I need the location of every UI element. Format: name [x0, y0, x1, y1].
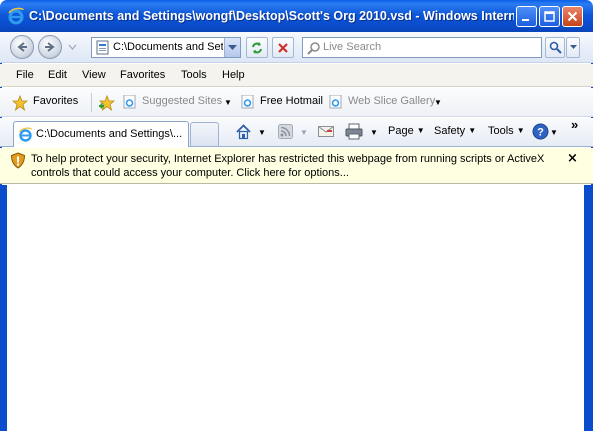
- ie-page-icon: [241, 95, 254, 109]
- window-title: C:\Documents and Settings\wongf\Desktop\…: [29, 9, 514, 23]
- stop-button[interactable]: [272, 37, 294, 58]
- minimize-icon: [522, 19, 529, 21]
- close-button[interactable]: [562, 6, 583, 27]
- web-slice-gallery-link[interactable]: Web Slice Gallery: [348, 95, 435, 107]
- tab-current[interactable]: C:\Documents and Settings\...: [13, 121, 189, 147]
- refresh-icon: [252, 41, 262, 54]
- tab-label: C:\Documents and Settings\...: [36, 128, 183, 140]
- menu-file[interactable]: File: [16, 69, 34, 81]
- chevron-down-icon: ▼: [416, 126, 425, 135]
- stop-icon: [278, 42, 288, 53]
- tools-menu-button[interactable]: Tools ▼: [488, 125, 525, 137]
- new-tab-button[interactable]: [190, 122, 219, 146]
- more-commands-chevron[interactable]: »: [571, 117, 578, 132]
- tab-bar: C:\Documents and Settings\... ▼ ▼ ▼ Page…: [0, 117, 593, 147]
- recent-pages-chevron-icon[interactable]: [68, 44, 77, 51]
- window-frame-right: [584, 185, 593, 431]
- security-shield-icon: [10, 152, 26, 169]
- ie-page-icon: [329, 95, 342, 109]
- menu-bar: File Edit View Favorites Tools Help: [0, 64, 593, 87]
- forward-button[interactable]: [38, 35, 62, 59]
- web-slice-gallery-dropdown[interactable]: ▼: [434, 98, 442, 107]
- chevron-down-icon: ▼: [468, 126, 477, 135]
- window-frame-left: [0, 185, 7, 431]
- menu-tools[interactable]: Tools: [181, 69, 207, 81]
- search-button[interactable]: [545, 37, 565, 58]
- menu-help[interactable]: Help: [222, 69, 245, 81]
- address-input[interactable]: C:\Documents and Set: [113, 41, 223, 55]
- navigation-bar: C:\Documents and Set Live Search: [0, 32, 593, 63]
- minimize-button[interactable]: [516, 6, 537, 27]
- feeds-icon[interactable]: [278, 124, 293, 139]
- information-bar-close-icon[interactable]: ×: [567, 151, 578, 166]
- menu-edit[interactable]: Edit: [48, 69, 67, 81]
- back-arrow-icon: [17, 42, 27, 52]
- forward-arrow-icon: [45, 42, 55, 52]
- home-dropdown[interactable]: ▼: [258, 128, 266, 137]
- menu-view[interactable]: View: [82, 69, 106, 81]
- close-icon: [567, 11, 578, 22]
- back-button[interactable]: [10, 35, 34, 59]
- address-dropdown-button[interactable]: [224, 38, 240, 57]
- address-bar[interactable]: C:\Documents and Set: [91, 37, 241, 58]
- chevron-down-icon: [569, 45, 577, 49]
- add-to-favorites-icon[interactable]: [98, 95, 116, 111]
- read-mail-icon[interactable]: [318, 125, 334, 138]
- search-provider-icon: [307, 42, 320, 55]
- suggested-sites-dropdown[interactable]: ▼: [224, 98, 232, 107]
- svg-text:?: ?: [537, 127, 544, 139]
- page-icon: [96, 40, 109, 55]
- menu-favorites[interactable]: Favorites: [120, 69, 165, 81]
- search-input[interactable]: Live Search: [323, 41, 381, 53]
- title-bar[interactable]: C:\Documents and Settings\wongf\Desktop\…: [0, 0, 593, 32]
- help-icon[interactable]: ?: [532, 123, 549, 140]
- safety-menu-button[interactable]: Safety ▼: [434, 125, 476, 137]
- refresh-button[interactable]: [246, 37, 268, 58]
- favorites-star-icon: [12, 95, 28, 111]
- internet-explorer-icon: [18, 127, 33, 142]
- help-dropdown[interactable]: ▼: [550, 128, 558, 137]
- favorites-divider: [91, 93, 92, 112]
- free-hotmail-link[interactable]: Free Hotmail: [260, 95, 323, 107]
- page-content[interactable]: [7, 185, 584, 431]
- search-icon: [549, 41, 562, 54]
- chevron-down-icon: [228, 44, 237, 50]
- tools-menu-label: Tools: [488, 125, 514, 137]
- information-bar[interactable]: To help protect your security, Internet …: [0, 148, 593, 184]
- feeds-dropdown[interactable]: ▼: [300, 128, 308, 137]
- maximize-button[interactable]: [539, 6, 560, 27]
- favorites-button[interactable]: Favorites: [33, 95, 78, 107]
- information-bar-message[interactable]: To help protect your security, Internet …: [31, 152, 556, 180]
- search-field[interactable]: Live Search: [302, 37, 542, 58]
- chevron-down-icon: ▼: [516, 126, 525, 135]
- home-icon[interactable]: [235, 123, 252, 140]
- page-menu-button[interactable]: Page ▼: [388, 125, 425, 137]
- ie-page-icon: [123, 95, 136, 109]
- page-menu-label: Page: [388, 125, 414, 137]
- print-icon[interactable]: [345, 123, 363, 140]
- suggested-sites-link[interactable]: Suggested Sites: [142, 95, 222, 107]
- print-dropdown[interactable]: ▼: [370, 128, 378, 137]
- internet-explorer-icon: [8, 7, 24, 25]
- search-options-button[interactable]: [566, 37, 580, 58]
- favorites-bar: Favorites Suggested Sites ▼ Free Hotmail…: [0, 88, 593, 117]
- maximize-icon: [544, 11, 555, 22]
- safety-menu-label: Safety: [434, 125, 466, 137]
